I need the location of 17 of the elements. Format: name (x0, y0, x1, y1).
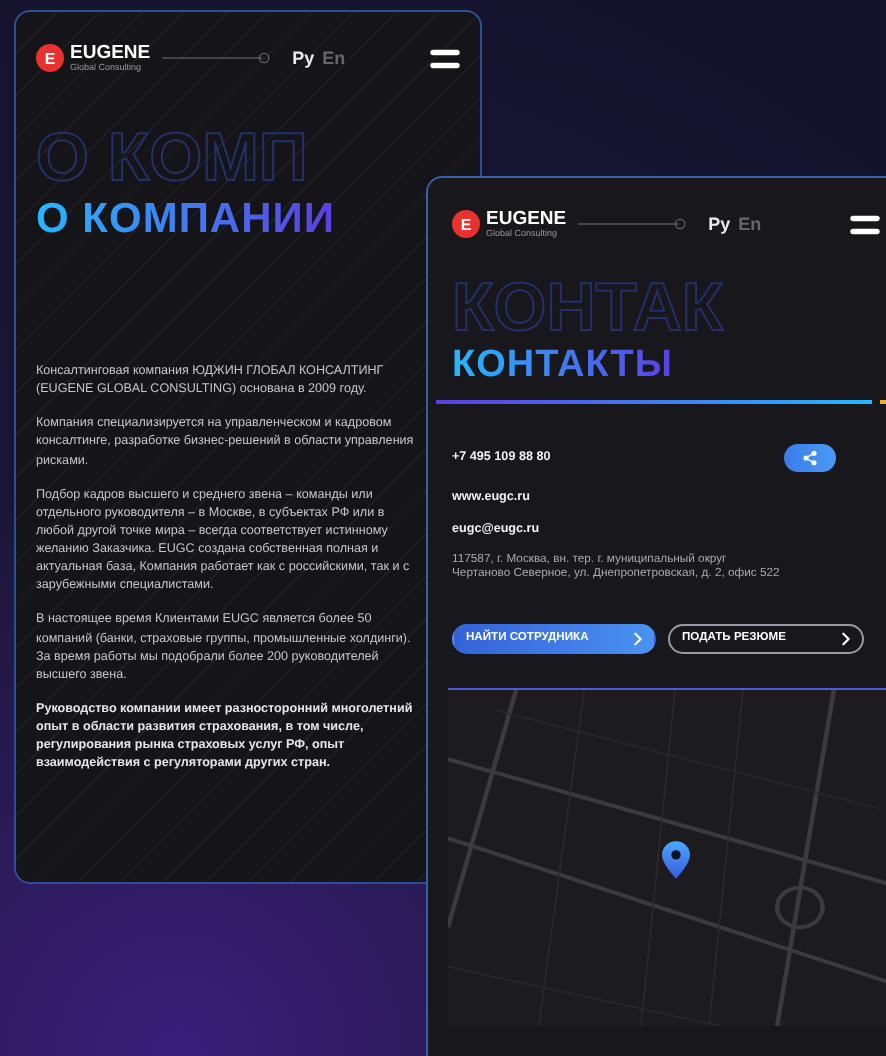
share-button[interactable] (784, 443, 836, 472)
chevron-right-icon (634, 631, 642, 646)
location-pin-icon[interactable] (662, 839, 690, 880)
watermark-heading: КОНТАК (452, 274, 724, 342)
logo-mark[interactable]: E (36, 44, 64, 72)
scroll-track-drawing (162, 50, 273, 66)
chevron-right-icon (842, 631, 850, 646)
logo-mark[interactable]: E (452, 210, 480, 238)
brand-name: EUGENE (70, 44, 151, 63)
watermark-heading: О КОМП (36, 124, 308, 192)
scroll-track-drawing (578, 216, 689, 232)
menu-icon[interactable] (430, 47, 460, 69)
menu-icon[interactable] (850, 213, 880, 235)
language-tab[interactable]: Ру (708, 214, 731, 234)
share-icon (802, 449, 818, 466)
language-tab[interactable]: Ру (292, 48, 315, 68)
brand-name: EUGENE (486, 210, 567, 229)
